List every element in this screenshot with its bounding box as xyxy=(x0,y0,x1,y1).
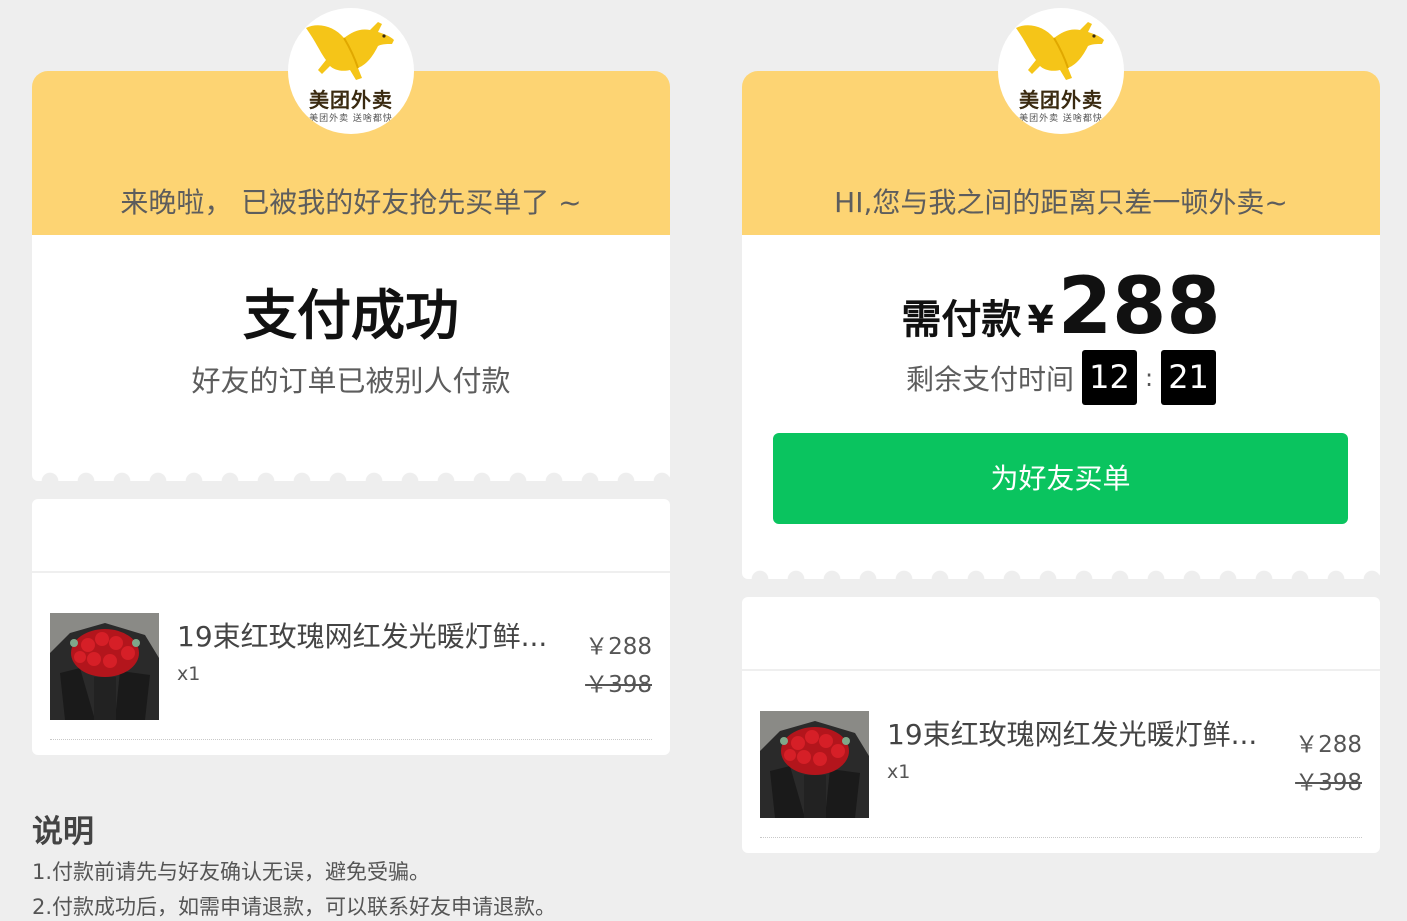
amount-due: 需付款 ¥288 xyxy=(742,262,1380,352)
amount-due-label: 需付款 xyxy=(901,297,1022,343)
dotted-divider xyxy=(760,837,1362,838)
product-original-price: ￥398 xyxy=(585,672,652,698)
product-name[interactable]: 19束红玫瑰网红发光暖灯鲜... xyxy=(177,615,567,655)
bouquet-icon xyxy=(760,711,869,818)
currency-symbol: ¥ xyxy=(1027,298,1054,342)
divider xyxy=(742,669,1380,671)
dotted-divider xyxy=(50,739,652,740)
payment-countdown: 剩余支付时间 12:21 xyxy=(742,350,1380,405)
meituan-logo: 美团外卖 美团外卖 送啥都快 xyxy=(998,8,1124,134)
countdown-label: 剩余支付时间 xyxy=(905,362,1074,396)
order-card: 19束红玫瑰网红发光暖灯鲜... x1 ￥288 ￥398 xyxy=(742,597,1380,853)
product-image[interactable] xyxy=(50,613,159,720)
notes-title: 说明 xyxy=(32,814,94,850)
logo-subtitle: 美团外卖 送啥都快 xyxy=(309,114,393,124)
product-price: ￥288 xyxy=(1295,732,1362,758)
meituan-logo: 美团外卖 美团外卖 送啥都快 xyxy=(288,8,414,134)
divider xyxy=(32,571,670,573)
countdown-separator: : xyxy=(1144,363,1154,392)
kangaroo-icon xyxy=(298,14,404,86)
payment-success-title: 支付成功 xyxy=(243,284,459,347)
ticket-edge xyxy=(32,445,670,481)
amount-value: 288 xyxy=(1057,262,1221,352)
ticket-edge xyxy=(742,543,1380,579)
notes-line: 1.付款前请先与好友确认无误，避免受骗。 xyxy=(32,860,431,884)
logo-title: 美团外卖 xyxy=(309,88,393,112)
payment-success-subtitle: 好友的订单已被别人付款 xyxy=(191,364,511,398)
slogan: HI,您与我之间的距离只差一顿外卖~ xyxy=(834,186,1288,219)
pay-for-friend-button[interactable]: 为好友买单 xyxy=(773,433,1348,524)
product-quantity: x1 xyxy=(177,663,201,685)
product-price: ￥288 xyxy=(585,634,652,660)
slogan: 来晚啦， 已被我的好友抢先买单了 ~ xyxy=(120,186,582,219)
product-quantity: x1 xyxy=(887,761,911,783)
notes-line: 2.付款成功后，如需申请退款，可以联系好友申请退款。 xyxy=(32,895,557,919)
product-original-price: ￥398 xyxy=(1295,770,1362,796)
left-panel: 美团外卖 美团外卖 送啥都快 来晚啦， 已被我的好友抢先买单了 ~ 支付成功 好… xyxy=(32,0,670,919)
logo-title: 美团外卖 xyxy=(1019,88,1103,112)
product-name[interactable]: 19束红玫瑰网红发光暖灯鲜... xyxy=(887,713,1277,753)
logo-subtitle: 美团外卖 送啥都快 xyxy=(1019,114,1103,124)
product-image[interactable] xyxy=(760,711,869,818)
countdown-minutes: 12 xyxy=(1081,350,1137,405)
countdown-seconds: 21 xyxy=(1161,350,1217,405)
right-panel: 美团外卖 美团外卖 送啥都快 HI,您与我之间的距离只差一顿外卖~ 需付款 ¥28… xyxy=(742,0,1380,903)
bouquet-icon xyxy=(50,613,159,720)
order-card: 19束红玫瑰网红发光暖灯鲜... x1 ￥288 ￥398 xyxy=(32,499,670,755)
kangaroo-icon xyxy=(1008,14,1114,86)
